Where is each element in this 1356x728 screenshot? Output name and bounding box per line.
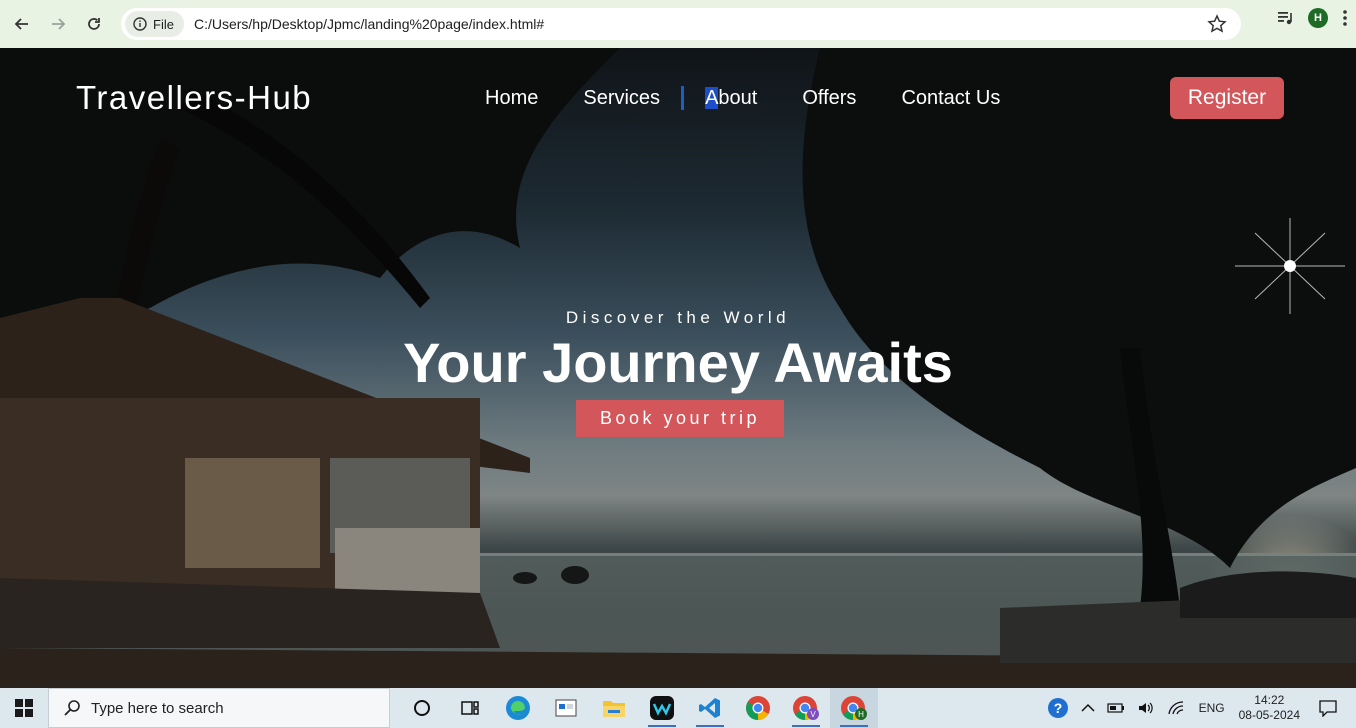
file-explorer-icon[interactable] [590,688,638,728]
notification-icon[interactable] [1318,699,1338,717]
windows-start-icon[interactable] [0,688,48,728]
help-icon[interactable]: ? [1047,697,1069,719]
edge-icon[interactable] [494,688,542,728]
webex-icon[interactable] [638,688,686,728]
search-icon [64,700,80,716]
nav-home[interactable]: Home [485,87,538,110]
taskbar: Type here to search V H ? ENG 14:22 08-0… [0,688,1356,728]
wifi-icon[interactable] [1167,700,1185,716]
nav-about-rest: bout [718,86,758,109]
chrome-icon[interactable] [734,688,782,728]
volume-icon[interactable] [1137,700,1155,716]
clock[interactable]: 14:22 08-05-2024 [1239,693,1300,723]
svg-text:V: V [810,710,816,719]
svg-text:H: H [858,710,864,719]
forward-arrow-icon[interactable] [42,8,74,40]
media-icon[interactable] [1276,9,1294,27]
clock-time: 14:22 [1254,693,1285,707]
nav-contact[interactable]: Contact Us [901,87,1000,110]
nav-offers[interactable]: Offers [802,87,856,110]
cortana-icon[interactable] [398,688,446,728]
url-text[interactable]: C:/Users/hp/Desktop/Jpmc/landing%20page/… [194,16,544,32]
hero-headline: Your Journey Awaits [403,331,953,394]
back-arrow-icon[interactable] [6,8,38,40]
svg-text:?: ? [1053,700,1062,716]
book-trip-button[interactable]: Book your trip [576,400,784,437]
brand-logo[interactable]: Travellers-Hub [76,79,312,117]
clock-date: 08-05-2024 [1238,708,1300,722]
site-info-chip[interactable]: File [125,11,184,37]
kebab-menu-icon[interactable] [1342,9,1348,27]
hero-kicker: Discover the World [565,308,791,327]
chevron-up-icon[interactable] [1081,703,1095,713]
main-nav: Home Services About Offers Contact Us [485,86,1045,110]
task-view-icon[interactable] [446,688,494,728]
taskbar-search[interactable]: Type here to search [48,688,390,728]
site-chip-label: File [153,16,174,32]
chrome-profile-v-icon[interactable]: V [782,688,830,728]
profile-avatar[interactable]: H [1308,8,1328,28]
address-bar[interactable]: File C:/Users/hp/Desktop/Jpmc/landing%20… [121,8,1241,40]
vscode-icon[interactable] [686,688,734,728]
store-icon[interactable] [542,688,590,728]
register-button[interactable]: Register [1170,77,1284,119]
system-tray: ? ENG 14:22 08-05-2024 [1041,688,1356,728]
language-indicator[interactable]: ENG [1199,701,1225,715]
search-placeholder: Type here to search [91,699,224,717]
selected-text: A [705,86,719,109]
browser-toolbar: File C:/Users/hp/Desktop/Jpmc/landing%20… [0,0,1356,48]
star-icon[interactable] [1207,14,1227,34]
hero-section: Travellers-Hub Home Services About Offer… [0,48,1356,688]
reload-icon[interactable] [78,8,110,40]
nav-about[interactable]: About [705,86,758,110]
chrome-profile-h-icon[interactable]: H [830,688,878,728]
nav-services[interactable]: Services [583,87,660,110]
info-icon [133,17,147,31]
battery-icon[interactable] [1106,702,1125,714]
text-cursor [681,86,685,110]
